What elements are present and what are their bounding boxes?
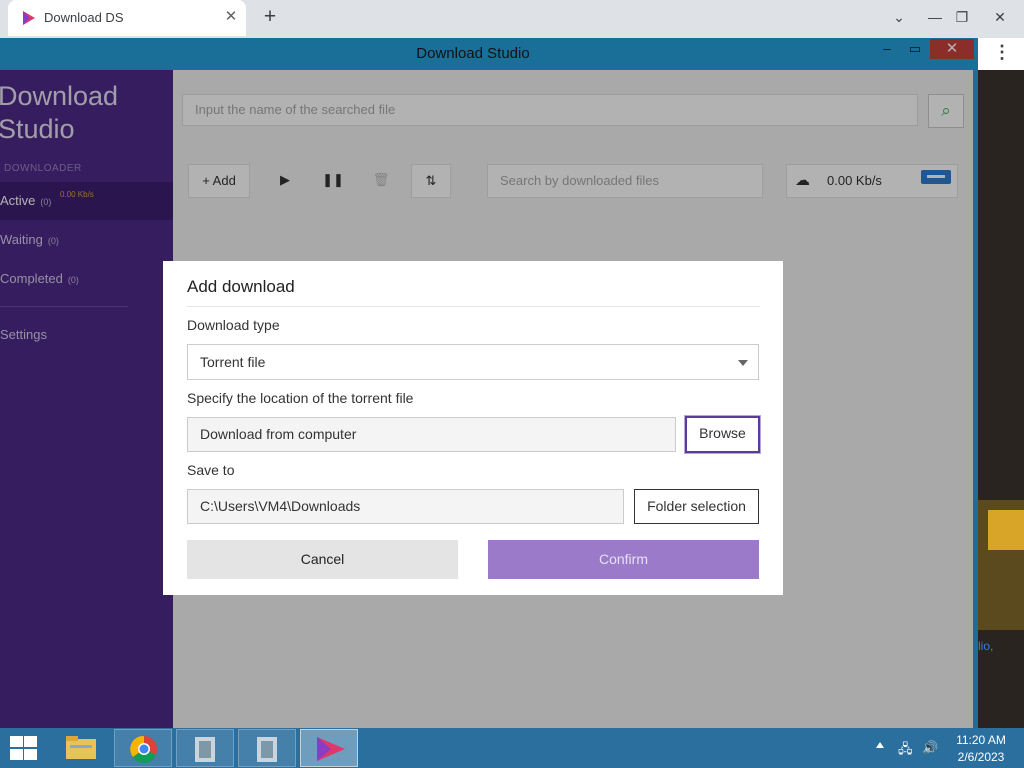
browse-button[interactable]: Browse (685, 416, 760, 453)
download-type-label: Download type (187, 317, 280, 333)
screen: Download DS ✕ + ⌄ — ❐ ✕ ⋮ lio, Download … (0, 0, 1024, 768)
browser-minimize-icon[interactable]: — (920, 6, 950, 28)
chrome-icon[interactable] (114, 729, 172, 767)
chevron-down-icon (738, 360, 748, 366)
web-page-background (978, 70, 1024, 728)
clock-date[interactable]: 2/6/2023 (948, 750, 1014, 764)
dialog-divider (187, 306, 760, 307)
browser-close-icon[interactable]: ✕ (985, 6, 1015, 28)
installer-app-2-icon[interactable] (238, 729, 296, 767)
file-explorer-icon[interactable] (52, 729, 110, 767)
browser-restore-icon[interactable]: ❐ (947, 6, 977, 28)
torrent-location-field[interactable]: Download from computer (187, 417, 676, 452)
cancel-button[interactable]: Cancel (187, 540, 458, 579)
browser-tab[interactable]: Download DS ✕ (8, 0, 246, 36)
save-to-label: Save to (187, 462, 235, 478)
tray-expand-icon[interactable] (876, 742, 884, 748)
add-download-dialog: Add download Download type Torrent file … (163, 261, 783, 595)
tab-close-icon[interactable]: ✕ (222, 8, 240, 26)
volume-icon[interactable]: 🔊 (922, 740, 938, 756)
clock-time[interactable]: 11:20 AM (948, 733, 1014, 747)
download-studio-favicon-icon (23, 11, 35, 25)
download-type-value: Torrent file (200, 354, 266, 370)
taskbar: 🖧 🔊 11:20 AM 2/6/2023 (0, 728, 1024, 768)
dialog-title: Add download (187, 277, 295, 296)
installer-app-icon[interactable] (176, 729, 234, 767)
browser-menu-icon[interactable]: ⋮ (990, 40, 1014, 64)
page-image-highlight (988, 510, 1024, 550)
confirm-button[interactable]: Confirm (488, 540, 759, 579)
tab-title: Download DS (44, 10, 124, 25)
save-to-field[interactable]: C:\Users\VM4\Downloads (187, 489, 624, 524)
folder-selection-button[interactable]: Folder selection (634, 489, 759, 524)
tab-search-chevron-icon[interactable]: ⌄ (884, 6, 914, 28)
browser-tab-bar: Download DS ✕ + ⌄ — ❐ ✕ (0, 0, 1024, 38)
location-label: Specify the location of the torrent file (187, 390, 414, 406)
page-link[interactable]: lio, (978, 639, 993, 653)
network-icon[interactable]: 🖧 (898, 740, 913, 762)
new-tab-icon[interactable]: + (258, 5, 282, 29)
download-type-select[interactable]: Torrent file (187, 344, 759, 380)
windows-start-icon[interactable] (8, 736, 38, 760)
download-studio-taskbar-icon[interactable] (300, 729, 358, 767)
